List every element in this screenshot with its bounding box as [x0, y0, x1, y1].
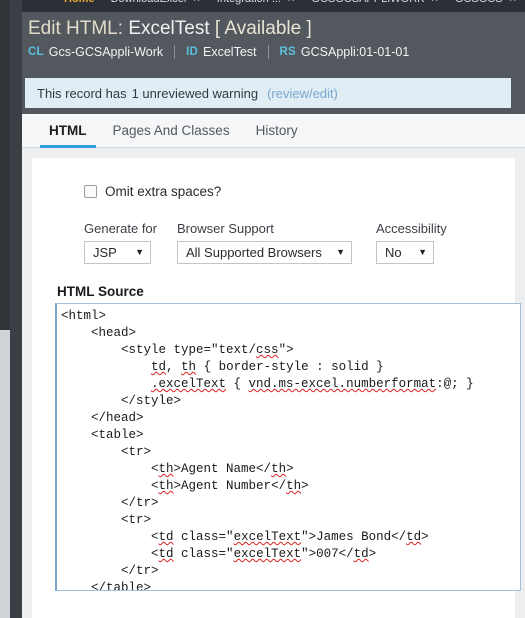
spellcheck-token: td — [158, 547, 174, 561]
form-panel: Omit extra spaces? Generate for JSP ▼ Br… — [22, 148, 525, 618]
record-header: Edit HTML: ExcelTest [ Available ] CL Gc… — [22, 12, 525, 72]
meta-key-id: ID — [186, 46, 199, 58]
spellcheck-token: css — [256, 343, 279, 357]
browser-support-value: All Supported Browsers — [186, 245, 322, 260]
status-badge: [ Available ] — [214, 18, 312, 39]
chevron-down-icon: ▼ — [336, 247, 345, 257]
code-line: </head> — [91, 411, 144, 425]
page-scrollbar[interactable] — [0, 330, 10, 618]
close-icon[interactable]: ✕ — [430, 0, 438, 5]
form-tabs: HTML Pages And Classes History — [22, 114, 525, 148]
browser-tab[interactable]: GCSGCSAPPLIWORK ✕ — [303, 0, 446, 12]
chevron-down-icon: ▼ — [135, 247, 144, 257]
tab-history[interactable]: History — [243, 114, 311, 147]
tab-html-label: HTML — [49, 123, 87, 138]
meta-value-id: ExcelTest — [203, 45, 257, 59]
page-title: Edit HTML: ExcelTest [ Available ] — [28, 16, 525, 42]
page-title-name: ExcelTest — [128, 18, 210, 39]
code-line: <td class="excelText">James Bond</td> — [151, 530, 429, 544]
meta-divider — [267, 45, 269, 59]
close-icon[interactable]: ✕ — [192, 0, 200, 5]
code-line: <table> — [91, 428, 144, 442]
omit-extra-spaces-label: Omit extra spaces? — [105, 184, 222, 199]
tab-history-label: History — [255, 123, 298, 138]
browser-tab-strip: HomeDownloadExcel✕Integration ...✕GCSGCS… — [0, 0, 525, 12]
spellcheck-token: td — [158, 530, 174, 544]
code-line: </table> — [91, 581, 152, 591]
code-line: <td class="excelText">007</td> — [151, 547, 377, 561]
spellcheck-token: th — [286, 479, 302, 493]
code-line: .excelText { vnd.ms-excel.numberformat:@… — [151, 377, 474, 391]
browser-tab-label: DownloadExcel — [111, 0, 187, 5]
generate-for-select[interactable]: JSP ▼ — [84, 241, 151, 264]
browser-tab-label: Integration ... — [217, 0, 281, 5]
meta-value-class: Gcs-GCSAppli-Work — [48, 45, 164, 59]
browser-tab-label: GCSGCS — [455, 0, 503, 5]
spellcheck-token: excelText — [233, 547, 302, 561]
browser-support-label: Browser Support — [177, 221, 274, 236]
html-source-editor[interactable]: <html> <head> <style type="text/css"> td… — [55, 303, 521, 591]
code-line: </tr> — [121, 496, 159, 510]
meta-value-ruleset: GCSAppli:01-01-01 — [300, 45, 410, 59]
generation-options-row: Generate for JSP ▼ Browser Support All S… — [84, 221, 499, 264]
generate-for-value: JSP — [93, 245, 117, 260]
close-icon[interactable]: ✕ — [287, 0, 295, 5]
meta-key-ruleset: RS — [279, 46, 296, 58]
browser-support-field: Browser Support All Supported Browsers ▼ — [177, 221, 352, 264]
spellcheck-token: th — [158, 462, 174, 476]
generate-for-label: Generate for — [84, 221, 157, 236]
accessibility-label: Accessibility — [376, 221, 447, 236]
spellcheck-token: th — [271, 462, 287, 476]
code-line: <html> — [61, 309, 107, 323]
browser-support-select[interactable]: All Supported Browsers ▼ — [177, 241, 352, 264]
accessibility-field: Accessibility No ▼ — [376, 221, 447, 264]
browser-tab[interactable]: GCSGCS ✕ — [447, 0, 525, 12]
html-source-label: HTML Source — [57, 284, 144, 299]
tab-html[interactable]: HTML — [36, 114, 100, 148]
accessibility-select[interactable]: No ▼ — [376, 241, 434, 264]
page-title-prefix: Edit HTML: — [28, 18, 124, 39]
tab-pages-and-classes[interactable]: Pages And Classes — [100, 114, 243, 147]
tab-pages-and-classes-label: Pages And Classes — [112, 123, 230, 138]
omit-extra-spaces-row: Omit extra spaces? — [84, 184, 499, 199]
browser-tab[interactable]: DownloadExcel ✕ — [103, 0, 209, 12]
warning-text: This record has — [37, 85, 127, 101]
browser-tab-label: GCSGCSAPPLIWORK — [311, 0, 424, 5]
spellcheck-token: td — [406, 530, 422, 544]
omit-extra-spaces-checkbox[interactable] — [84, 185, 97, 198]
code-line: <th>Agent Number</th> — [151, 479, 309, 493]
code-line: <head> — [91, 326, 137, 340]
form-card: Omit extra spaces? Generate for JSP ▼ Br… — [32, 158, 521, 618]
app-root: HomeDownloadExcel✕Integration ...✕GCSGCS… — [0, 0, 525, 618]
warning-banner: This record has 1 unreviewed warning (re… — [25, 78, 511, 108]
record-meta: CL Gcs-GCSAppli-Work ID ExcelTest RS GCS… — [28, 43, 525, 61]
code-line: <tr> — [121, 445, 152, 459]
spellcheck-token: td — [151, 360, 167, 374]
spellcheck-token: th — [181, 360, 197, 374]
spellcheck-token: vnd.ms-excel.numberformat — [248, 377, 437, 391]
spellcheck-token: excelText — [233, 530, 302, 544]
meta-divider — [174, 45, 176, 59]
close-icon[interactable]: ✕ — [509, 0, 517, 5]
generate-for-field: Generate for JSP ▼ — [84, 221, 157, 264]
accessibility-value: No — [385, 245, 402, 260]
browser-tab-label: Home — [64, 0, 95, 5]
code-line: <tr> — [121, 513, 152, 527]
meta-key-class: CL — [28, 46, 44, 58]
browser-tab[interactable]: Integration ... ✕ — [209, 0, 304, 12]
warning-count: 1 unreviewed warning — [131, 85, 259, 101]
spellcheck-token: .excelText — [151, 377, 227, 391]
code-line: td, th { border-style : solid } — [151, 360, 384, 374]
review-edit-link[interactable]: (review/edit) — [267, 86, 338, 101]
code-line: <th>Agent Name</th> — [151, 462, 294, 476]
code-line: </style> — [121, 394, 182, 408]
warning-banner-area: This record has 1 unreviewed warning (re… — [22, 72, 525, 114]
chevron-down-icon: ▼ — [418, 247, 427, 257]
code-line: <style type="text/css"> — [121, 343, 294, 357]
spellcheck-token: td — [353, 547, 369, 561]
spellcheck-token: th — [158, 479, 174, 493]
browser-tab[interactable]: Home — [60, 0, 103, 12]
code-line: </tr> — [121, 564, 159, 578]
